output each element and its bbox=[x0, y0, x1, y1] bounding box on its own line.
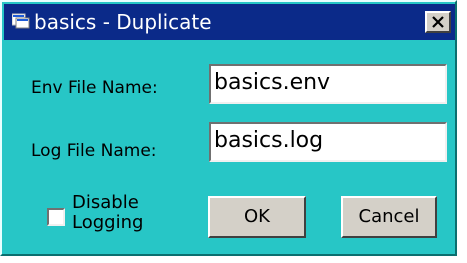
disable-logging-label[interactable]: Disable Logging bbox=[72, 193, 143, 233]
title-bar[interactable]: basics - Duplicate bbox=[4, 4, 455, 40]
window-title: basics - Duplicate bbox=[34, 10, 212, 34]
disable-logging-label-line2: Logging bbox=[72, 212, 144, 233]
log-file-name-label: Log File Name: bbox=[31, 141, 157, 161]
log-file-name-input[interactable]: basics.log bbox=[209, 122, 447, 162]
disable-logging-label-line1: Disable bbox=[72, 192, 139, 213]
duplicate-dialog: basics - Duplicate Env File Name: basics… bbox=[0, 0, 457, 256]
disable-logging-checkbox[interactable] bbox=[47, 208, 65, 226]
ok-button[interactable]: OK bbox=[208, 196, 306, 238]
env-file-name-input[interactable]: basics.env bbox=[209, 64, 447, 104]
close-button[interactable] bbox=[425, 11, 451, 33]
env-file-name-label: Env File Name: bbox=[31, 78, 158, 98]
close-icon bbox=[432, 16, 444, 28]
app-window-icon bbox=[11, 13, 30, 29]
cancel-button[interactable]: Cancel bbox=[341, 196, 437, 238]
